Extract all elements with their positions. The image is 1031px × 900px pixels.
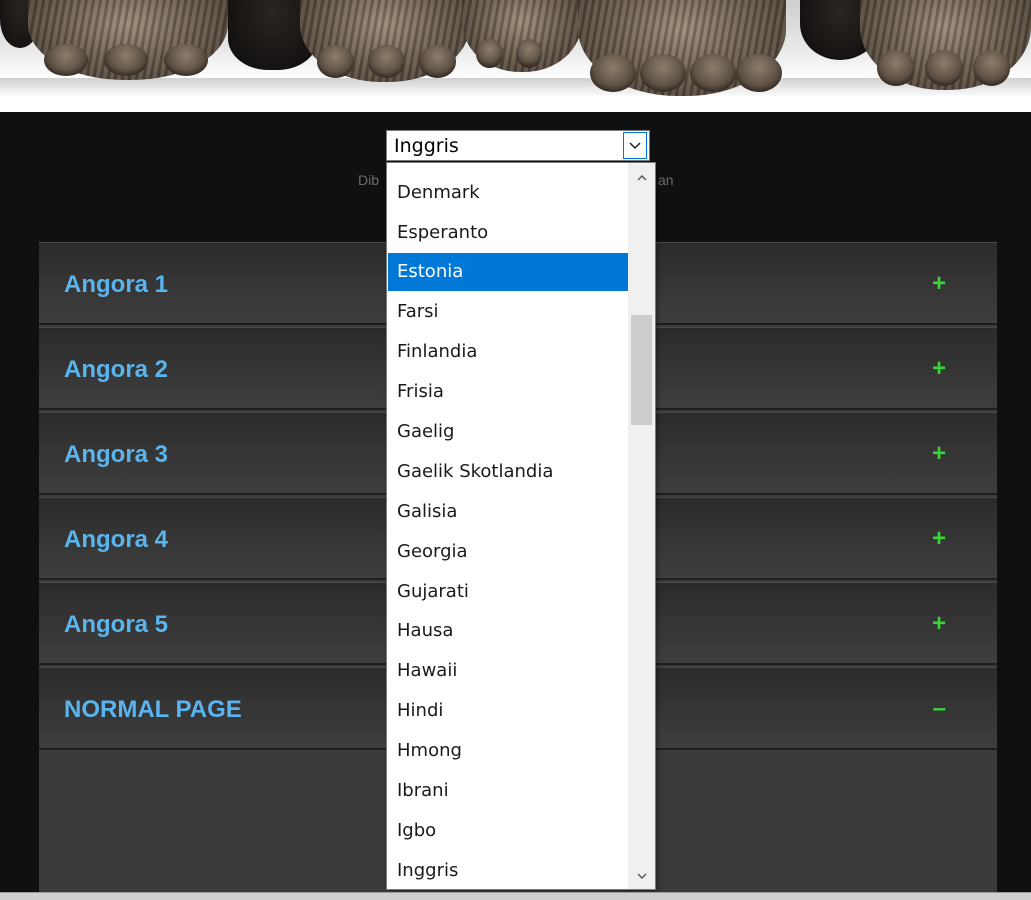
accordion-item-title: Angora 4 — [64, 526, 169, 553]
dropdown-option-georgia[interactable]: Georgia — [388, 533, 628, 571]
dropdown-option-gaelik-skotlandia[interactable]: Gaelik Skotlandia — [388, 453, 628, 491]
dropdown-option-denmark[interactable]: Denmark — [388, 174, 628, 212]
dropdown-option-gujarati[interactable]: Gujarati — [388, 573, 628, 611]
language-select[interactable]: Inggris — [386, 130, 650, 161]
dropdown-option-igbo[interactable]: Igbo — [388, 812, 628, 850]
powered-by-text-right: an — [658, 172, 674, 188]
accordion-item-title: Angora 2 — [64, 356, 169, 383]
dropdown-option-ibrani[interactable]: Ibrani — [388, 772, 628, 810]
accordion-item-title: Angora 1 — [64, 271, 169, 298]
accordion-item-title: Angora 3 — [64, 441, 169, 468]
cat-paws-banner-image — [0, 0, 1031, 112]
accordion-item-title: NORMAL PAGE — [64, 696, 242, 723]
accordion-item-title: Angora 5 — [64, 611, 169, 638]
dropdown-option-finlandia[interactable]: Finlandia — [388, 333, 628, 371]
expand-plus-icon[interactable]: + — [932, 356, 946, 382]
dropdown-option-hawaii[interactable]: Hawaii — [388, 652, 628, 690]
dropdown-option-gaelig[interactable]: Gaelig — [388, 413, 628, 451]
dropdown-option-hindi[interactable]: Hindi — [388, 692, 628, 730]
chevron-down-icon[interactable] — [623, 132, 647, 159]
scrollbar-thumb[interactable] — [631, 315, 652, 425]
dropdown-option-frisia[interactable]: Frisia — [388, 373, 628, 411]
window-bottom-edge — [0, 892, 1031, 900]
expand-plus-icon[interactable]: + — [932, 441, 946, 467]
powered-by-text-left: Dib — [358, 172, 380, 188]
dropdown-scrollbar[interactable] — [628, 163, 655, 889]
dropdown-option-hausa[interactable]: Hausa — [388, 612, 628, 650]
dropdown-option-inggris[interactable]: Inggris — [388, 852, 628, 889]
page: Inggris Dib an Angora 1 + Angora 2 + Ang… — [0, 0, 1031, 900]
expand-plus-icon[interactable]: + — [932, 271, 946, 297]
language-select-value: Inggris — [394, 134, 459, 157]
dropdown-option-estonia-highlighted[interactable]: Estonia — [388, 253, 628, 291]
scroll-down-arrow-icon[interactable] — [628, 865, 655, 887]
dropdown-option-hmong[interactable]: Hmong — [388, 732, 628, 770]
scroll-up-arrow-icon[interactable] — [628, 167, 655, 189]
expand-plus-icon[interactable]: + — [932, 526, 946, 552]
dropdown-option-esperanto[interactable]: Esperanto — [388, 214, 628, 252]
collapse-minus-icon[interactable]: – — [933, 696, 946, 722]
expand-plus-icon[interactable]: + — [932, 611, 946, 637]
dropdown-option-farsi[interactable]: Farsi — [388, 293, 628, 331]
dropdown-option-galisia[interactable]: Galisia — [388, 493, 628, 531]
language-dropdown-list[interactable]: Denmark Esperanto Estonia Farsi Finlandi… — [386, 162, 656, 890]
